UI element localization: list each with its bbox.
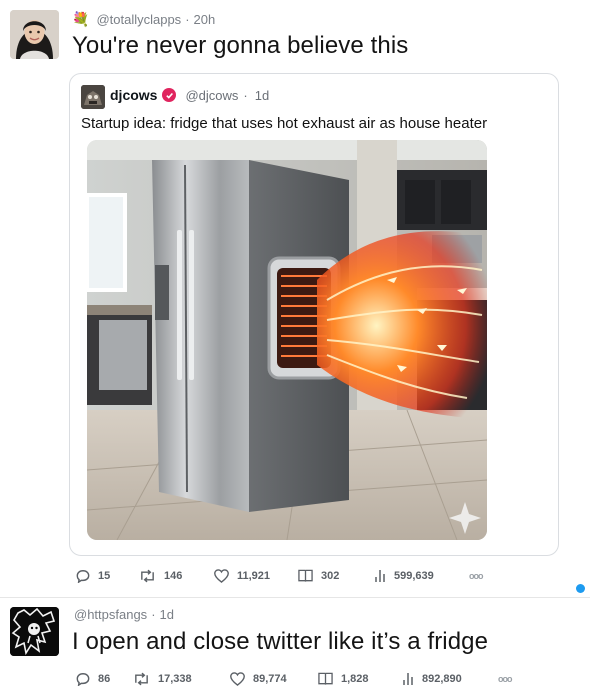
quoted-author: djcows @djcows · 1d	[110, 87, 269, 103]
post-text: You're never gonna believe this	[72, 32, 409, 59]
quoted-post[interactable]: djcows @djcows · 1d Startup idea: fridge t…	[69, 73, 559, 556]
like-button[interactable]: 11,921	[214, 569, 298, 583]
unread-indicator	[576, 584, 585, 593]
separator: ·	[151, 607, 156, 622]
repost-count: 146	[164, 570, 183, 582]
reply-button[interactable]: 86	[76, 672, 133, 686]
views-button[interactable]: 599,639	[374, 569, 469, 583]
reply-count: 15	[98, 570, 111, 582]
repost-button[interactable]: 146	[139, 569, 214, 583]
author-handle[interactable]: @totallyclapps	[96, 12, 181, 27]
verified-badge-icon	[162, 88, 177, 102]
like-count: 89,774	[253, 673, 287, 685]
post-actions: 15 146 11,921 302 599,639 ooo	[76, 569, 483, 583]
quoted-avatar[interactable]	[81, 85, 105, 109]
reply-button[interactable]: 15	[76, 569, 139, 583]
post-meta: 💐 @totallyclapps · 20h	[72, 11, 215, 28]
bookmark-button[interactable]: 302	[298, 569, 374, 583]
repost-count: 17,338	[158, 673, 192, 685]
reply-count: 86	[98, 673, 111, 685]
views-bar-chart-icon	[403, 673, 413, 685]
author-handle[interactable]: @httpsfangs	[74, 607, 147, 622]
bookmark-button[interactable]: 1,828	[318, 672, 402, 686]
quoted-author-name[interactable]: djcows	[110, 87, 157, 103]
reply-icon	[76, 570, 90, 583]
more-options-icon[interactable]: ooo	[469, 571, 483, 581]
avatar[interactable]	[10, 10, 59, 59]
avatar[interactable]	[10, 607, 59, 656]
bookmark-icon	[298, 569, 313, 582]
repost-icon	[141, 569, 154, 583]
bookmark-count: 1,828	[341, 673, 369, 685]
views-button[interactable]: 892,890	[402, 672, 498, 686]
views-count: 892,890	[422, 673, 462, 685]
separator: ·	[185, 12, 190, 27]
like-button[interactable]: 89,774	[230, 672, 318, 686]
post-actions: 86 17,338 89,774 1,828 892,890 ooo	[76, 672, 512, 686]
post-image-fridge-heater[interactable]	[87, 140, 487, 540]
heart-icon	[214, 569, 229, 583]
post-1: 💐 @totallyclapps · 20h You're never gonn…	[0, 0, 590, 597]
more-options-icon[interactable]: ooo	[498, 674, 512, 684]
repost-button[interactable]: 17,338	[133, 672, 230, 686]
flower-bouquet-icon: 💐	[72, 11, 90, 27]
quoted-author-handle[interactable]: @djcows	[185, 88, 238, 103]
reply-icon	[76, 673, 90, 686]
post-meta: @httpsfangs · 1d	[74, 607, 174, 622]
views-count: 599,639	[394, 570, 434, 582]
timestamp[interactable]: 20h	[194, 12, 216, 27]
heart-icon	[230, 672, 245, 686]
bookmark-icon	[318, 672, 333, 685]
quoted-timestamp[interactable]: 1d	[255, 88, 269, 103]
repost-icon	[135, 672, 148, 686]
views-bar-chart-icon	[375, 570, 385, 582]
like-count: 11,921	[237, 570, 271, 582]
post-text: I open and close twitter like it’s a fri…	[72, 628, 489, 655]
bookmark-count: 302	[321, 570, 340, 582]
quoted-post-text: Startup idea: fridge that uses hot exhau…	[81, 115, 488, 132]
separator: ·	[243, 87, 248, 103]
timestamp[interactable]: 1d	[160, 607, 174, 622]
